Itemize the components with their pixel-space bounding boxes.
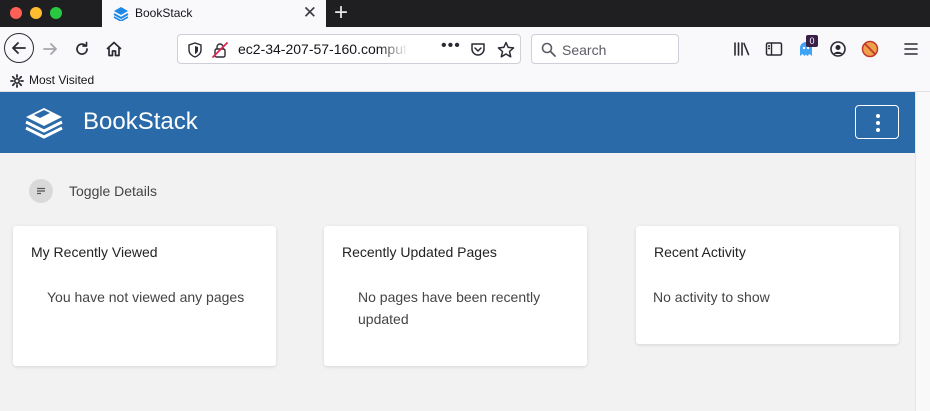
browser-toolbar: ec2-34-207-57-160.compute-1.amazonaws.co…: [0, 27, 930, 71]
app-header: BookStack: [0, 92, 915, 153]
forward-button[interactable]: [36, 35, 64, 63]
page-scrollbar[interactable]: [915, 92, 930, 411]
tab-close-icon[interactable]: ✕: [303, 3, 317, 23]
card-title: Recent Activity: [654, 244, 746, 260]
home-button[interactable]: [100, 35, 128, 63]
sidebar-icon[interactable]: [762, 37, 786, 61]
search-placeholder: Search: [562, 42, 607, 58]
reload-icon: [76, 41, 88, 55]
library-icon[interactable]: [730, 37, 754, 61]
tab-title: BookStack: [135, 6, 193, 20]
search-input[interactable]: Search: [531, 34, 679, 64]
insecure-lock-icon[interactable]: [212, 42, 228, 58]
gear-icon: [10, 74, 24, 88]
home-icon: [106, 41, 122, 57]
new-tab-icon[interactable]: +: [334, 0, 348, 26]
card-empty-text: You have not viewed any pages: [47, 289, 245, 305]
card-empty-text: No pages have been recently updated: [358, 289, 541, 327]
app-title[interactable]: BookStack: [83, 108, 198, 136]
blocker-extension-icon[interactable]: [858, 37, 882, 61]
bookmarks-toolbar: Most Visited: [0, 71, 930, 92]
account-icon[interactable]: [826, 37, 850, 61]
recent-activity-card: Recent Activity No activity to show: [636, 226, 899, 344]
address-bar[interactable]: ec2-34-207-57-160.compute-1.amazonaws.co…: [177, 34, 521, 64]
recently-updated-card: Recently Updated Pages No pages have bee…: [324, 226, 587, 366]
bookmark-most-visited[interactable]: Most Visited: [29, 73, 94, 87]
notification-badge: 0: [806, 35, 818, 47]
card-empty-text: No activity to show: [653, 289, 770, 305]
recently-viewed-card: My Recently Viewed You have not viewed a…: [13, 226, 276, 366]
card-title: My Recently Viewed: [31, 244, 158, 260]
bookstack-logo-icon[interactable]: [22, 105, 66, 141]
search-icon: [541, 42, 556, 57]
header-menu-button[interactable]: [855, 105, 899, 139]
card-title: Recently Updated Pages: [342, 244, 497, 260]
minimize-window-button[interactable]: [30, 7, 42, 19]
page-actions-icon[interactable]: •••: [441, 37, 461, 55]
close-window-button[interactable]: [10, 7, 22, 19]
pocket-icon[interactable]: [470, 42, 486, 58]
forward-arrow-icon: [43, 43, 57, 55]
bookstack-favicon-icon: [113, 7, 129, 21]
extension-ghost-icon[interactable]: 0: [794, 35, 818, 61]
toggle-details-icon: [29, 179, 53, 203]
kebab-dot-icon: [876, 121, 880, 125]
toggle-details-label: Toggle Details: [69, 183, 157, 199]
shield-icon[interactable]: [188, 42, 202, 58]
back-button[interactable]: [4, 33, 34, 63]
zoom-window-button[interactable]: [50, 7, 62, 19]
hamburger-menu-icon[interactable]: [899, 37, 923, 61]
kebab-dot-icon: [876, 128, 880, 132]
reload-button[interactable]: [68, 35, 96, 63]
back-arrow-icon: [12, 42, 26, 54]
browser-titlebar: BookStack ✕ +: [0, 0, 930, 27]
bookmark-star-icon[interactable]: [497, 41, 515, 59]
kebab-dot-icon: [876, 114, 880, 118]
browser-tab[interactable]: BookStack ✕: [102, 0, 326, 27]
